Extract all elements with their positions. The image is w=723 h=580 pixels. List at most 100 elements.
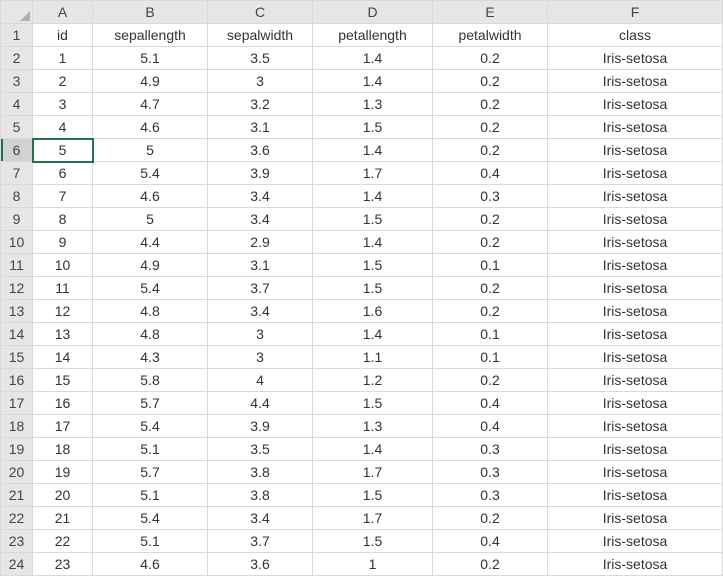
cell-B11[interactable]: 4.9 bbox=[93, 254, 208, 277]
row-header-5[interactable]: 5 bbox=[1, 116, 33, 139]
row-header-3[interactable]: 3 bbox=[1, 70, 33, 93]
cell-F9[interactable]: Iris-setosa bbox=[548, 208, 723, 231]
cell-E1[interactable]: petalwidth bbox=[433, 24, 548, 47]
row-header-1[interactable]: 1 bbox=[1, 24, 33, 47]
cell-D21[interactable]: 1.5 bbox=[313, 484, 433, 507]
cell-C5[interactable]: 3.1 bbox=[208, 116, 313, 139]
cell-C18[interactable]: 3.9 bbox=[208, 415, 313, 438]
cell-C11[interactable]: 3.1 bbox=[208, 254, 313, 277]
cell-A16[interactable]: 15 bbox=[33, 369, 93, 392]
cell-E17[interactable]: 0.4 bbox=[433, 392, 548, 415]
cell-D3[interactable]: 1.4 bbox=[313, 70, 433, 93]
cell-E24[interactable]: 0.2 bbox=[433, 553, 548, 576]
row-header-4[interactable]: 4 bbox=[1, 93, 33, 116]
row-header-20[interactable]: 20 bbox=[1, 461, 33, 484]
cell-F2[interactable]: Iris-setosa bbox=[548, 47, 723, 70]
cell-D1[interactable]: petallength bbox=[313, 24, 433, 47]
cell-B7[interactable]: 5.4 bbox=[93, 162, 208, 185]
row-header-22[interactable]: 22 bbox=[1, 507, 33, 530]
cell-C7[interactable]: 3.9 bbox=[208, 162, 313, 185]
cell-B13[interactable]: 4.8 bbox=[93, 300, 208, 323]
row-header-10[interactable]: 10 bbox=[1, 231, 33, 254]
cell-F10[interactable]: Iris-setosa bbox=[548, 231, 723, 254]
cell-B18[interactable]: 5.4 bbox=[93, 415, 208, 438]
cell-D7[interactable]: 1.7 bbox=[313, 162, 433, 185]
cell-C21[interactable]: 3.8 bbox=[208, 484, 313, 507]
row-header-9[interactable]: 9 bbox=[1, 208, 33, 231]
cell-A17[interactable]: 16 bbox=[33, 392, 93, 415]
cell-E23[interactable]: 0.4 bbox=[433, 530, 548, 553]
cell-A8[interactable]: 7 bbox=[33, 185, 93, 208]
spreadsheet-grid[interactable]: A B C D E F 1 id sepallength sepalwidth … bbox=[0, 0, 723, 576]
cell-F1[interactable]: class bbox=[548, 24, 723, 47]
row-header-21[interactable]: 21 bbox=[1, 484, 33, 507]
cell-E21[interactable]: 0.3 bbox=[433, 484, 548, 507]
col-header-F[interactable]: F bbox=[548, 1, 723, 24]
cell-C22[interactable]: 3.4 bbox=[208, 507, 313, 530]
cell-D22[interactable]: 1.7 bbox=[313, 507, 433, 530]
cell-E3[interactable]: 0.2 bbox=[433, 70, 548, 93]
cell-E4[interactable]: 0.2 bbox=[433, 93, 548, 116]
cell-E10[interactable]: 0.2 bbox=[433, 231, 548, 254]
cell-C8[interactable]: 3.4 bbox=[208, 185, 313, 208]
cell-E15[interactable]: 0.1 bbox=[433, 346, 548, 369]
cell-B1[interactable]: sepallength bbox=[93, 24, 208, 47]
cell-F13[interactable]: Iris-setosa bbox=[548, 300, 723, 323]
cell-D6[interactable]: 1.4 bbox=[313, 139, 433, 162]
cell-F8[interactable]: Iris-setosa bbox=[548, 185, 723, 208]
cell-E13[interactable]: 0.2 bbox=[433, 300, 548, 323]
row-header-24[interactable]: 24 bbox=[1, 553, 33, 576]
cell-A12[interactable]: 11 bbox=[33, 277, 93, 300]
cell-F14[interactable]: Iris-setosa bbox=[548, 323, 723, 346]
cell-D12[interactable]: 1.5 bbox=[313, 277, 433, 300]
cell-F24[interactable]: Iris-setosa bbox=[548, 553, 723, 576]
cell-C10[interactable]: 2.9 bbox=[208, 231, 313, 254]
cell-F3[interactable]: Iris-setosa bbox=[548, 70, 723, 93]
cell-B21[interactable]: 5.1 bbox=[93, 484, 208, 507]
cell-F7[interactable]: Iris-setosa bbox=[548, 162, 723, 185]
cell-A19[interactable]: 18 bbox=[33, 438, 93, 461]
cell-C4[interactable]: 3.2 bbox=[208, 93, 313, 116]
cell-B23[interactable]: 5.1 bbox=[93, 530, 208, 553]
cell-F23[interactable]: Iris-setosa bbox=[548, 530, 723, 553]
cell-C20[interactable]: 3.8 bbox=[208, 461, 313, 484]
cell-C16[interactable]: 4 bbox=[208, 369, 313, 392]
cell-B19[interactable]: 5.1 bbox=[93, 438, 208, 461]
cell-A20[interactable]: 19 bbox=[33, 461, 93, 484]
cell-F18[interactable]: Iris-setosa bbox=[548, 415, 723, 438]
row-header-7[interactable]: 7 bbox=[1, 162, 33, 185]
cell-E5[interactable]: 0.2 bbox=[433, 116, 548, 139]
cell-B20[interactable]: 5.7 bbox=[93, 461, 208, 484]
cell-B3[interactable]: 4.9 bbox=[93, 70, 208, 93]
cell-B9[interactable]: 5 bbox=[93, 208, 208, 231]
cell-A23[interactable]: 22 bbox=[33, 530, 93, 553]
cell-D14[interactable]: 1.4 bbox=[313, 323, 433, 346]
cell-A15[interactable]: 14 bbox=[33, 346, 93, 369]
cell-B14[interactable]: 4.8 bbox=[93, 323, 208, 346]
cell-D20[interactable]: 1.7 bbox=[313, 461, 433, 484]
cell-A5[interactable]: 4 bbox=[33, 116, 93, 139]
row-header-14[interactable]: 14 bbox=[1, 323, 33, 346]
row-header-6[interactable]: 6 bbox=[1, 139, 33, 162]
cell-A22[interactable]: 21 bbox=[33, 507, 93, 530]
cell-B24[interactable]: 4.6 bbox=[93, 553, 208, 576]
cell-C19[interactable]: 3.5 bbox=[208, 438, 313, 461]
row-header-12[interactable]: 12 bbox=[1, 277, 33, 300]
row-header-17[interactable]: 17 bbox=[1, 392, 33, 415]
cell-B22[interactable]: 5.4 bbox=[93, 507, 208, 530]
cell-A18[interactable]: 17 bbox=[33, 415, 93, 438]
cell-B6[interactable]: 5 bbox=[93, 139, 208, 162]
cell-A24[interactable]: 23 bbox=[33, 553, 93, 576]
cell-D5[interactable]: 1.5 bbox=[313, 116, 433, 139]
cell-E9[interactable]: 0.2 bbox=[433, 208, 548, 231]
cell-A1[interactable]: id bbox=[33, 24, 93, 47]
cell-E11[interactable]: 0.1 bbox=[433, 254, 548, 277]
cell-C6[interactable]: 3.6 bbox=[208, 139, 313, 162]
cell-C15[interactable]: 3 bbox=[208, 346, 313, 369]
col-header-D[interactable]: D bbox=[313, 1, 433, 24]
cell-C3[interactable]: 3 bbox=[208, 70, 313, 93]
cell-F16[interactable]: Iris-setosa bbox=[548, 369, 723, 392]
cell-E18[interactable]: 0.4 bbox=[433, 415, 548, 438]
cell-D16[interactable]: 1.2 bbox=[313, 369, 433, 392]
cell-E14[interactable]: 0.1 bbox=[433, 323, 548, 346]
